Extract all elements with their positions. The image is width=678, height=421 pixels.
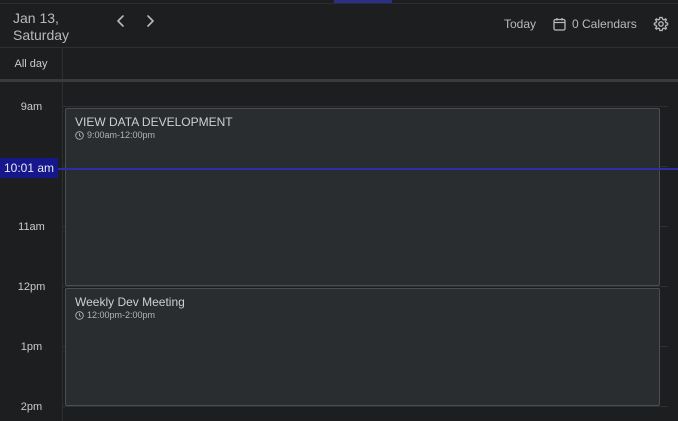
clock-icon bbox=[75, 130, 84, 140]
time-grid: 9am 11am 12pm 1pm 2pm VIEW DATA DEVELOPM… bbox=[0, 82, 678, 421]
event-time: 9:00am-12:00pm bbox=[75, 130, 155, 140]
event-title: Weekly Dev Meeting bbox=[75, 295, 185, 309]
calendar-icon bbox=[553, 18, 566, 31]
prev-day-button[interactable] bbox=[112, 12, 130, 30]
chevron-right-icon bbox=[147, 15, 154, 27]
hour-label: 12pm bbox=[17, 281, 46, 293]
all-day-row: All day bbox=[0, 48, 678, 79]
hour-gridline bbox=[63, 106, 668, 107]
calendars-button[interactable]: 0 Calendars bbox=[553, 15, 637, 33]
event-card[interactable]: Weekly Dev Meeting 12:00pm-2:00pm bbox=[65, 288, 660, 406]
clock-icon bbox=[75, 310, 84, 320]
hour-label: 11am bbox=[18, 221, 45, 233]
gear-icon bbox=[653, 16, 669, 32]
calendars-label: 0 Calendars bbox=[572, 17, 637, 31]
event-time-label: 9:00am-12:00pm bbox=[87, 130, 156, 140]
current-time-line bbox=[57, 168, 678, 170]
hour-label: 1pm bbox=[20, 341, 43, 353]
today-button[interactable]: Today bbox=[504, 17, 536, 31]
hour-gridline bbox=[63, 286, 668, 287]
all-day-label: All day bbox=[0, 48, 63, 79]
hour-label: 2pm bbox=[20, 401, 43, 413]
hour-label: 9am bbox=[20, 101, 43, 113]
chevron-left-icon bbox=[117, 15, 124, 27]
date-title: Jan 13, Saturday bbox=[13, 10, 70, 43]
event-card[interactable]: VIEW DATA DEVELOPMENT 9:00am-12:00pm bbox=[65, 108, 660, 286]
hour-gridline bbox=[63, 406, 668, 407]
event-time-label: 12:00pm-2:00pm bbox=[87, 310, 156, 320]
current-time-label: 10:01 am bbox=[0, 158, 58, 178]
event-time: 12:00pm-2:00pm bbox=[75, 310, 155, 320]
calendar-header: Jan 13, Saturday Today 0 Calendars bbox=[0, 4, 678, 48]
time-gutter bbox=[0, 82, 63, 421]
event-title: VIEW DATA DEVELOPMENT bbox=[75, 115, 233, 129]
settings-button[interactable] bbox=[653, 16, 669, 32]
next-day-button[interactable] bbox=[141, 12, 159, 30]
